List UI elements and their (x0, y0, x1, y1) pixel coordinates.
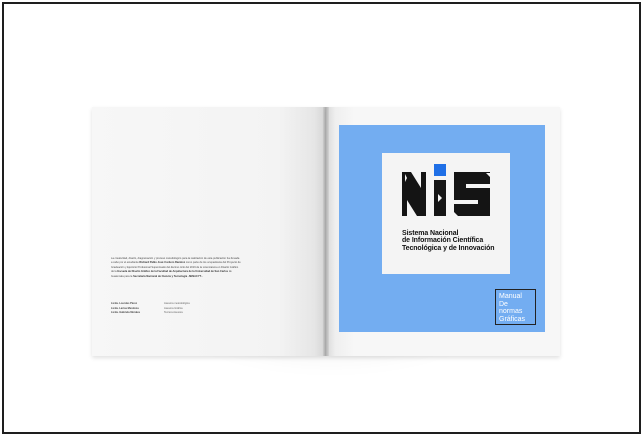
sinacit-logo-icon (402, 164, 490, 216)
organization-name: Sistema Nacional de Información Científi… (402, 230, 508, 252)
logo-blue-square (434, 164, 446, 176)
credit-name: Licda. Gabriela Morales (111, 311, 141, 315)
manual-title-line: De normas (499, 300, 523, 316)
mockup-frame: La creatividad, diseño, diagramación y p… (2, 2, 641, 434)
manual-title-line: Manual (499, 293, 522, 300)
credits-list: Licda. Lourdes Pérez Asesora metodológic… (111, 302, 221, 316)
org-name-line: Tecnológica y de Innovación (402, 244, 495, 252)
credit-role: Tercera Asesora (164, 311, 183, 315)
colophon-school: Escuela de Diseño Gráfico de la Facultad… (117, 270, 229, 274)
manual-title-line: Gráficas (499, 315, 526, 323)
colophon-paragraph: La creatividad, diseño, diagramación y p… (111, 257, 241, 279)
colophon-author: Richard Pablo José Cordero Ramírez (139, 261, 186, 265)
credit-row: Licda. Gabriela Morales Tercera Asesora (111, 311, 221, 316)
org-name-line: de Información Científica (402, 237, 484, 245)
logo-letter-s (454, 172, 490, 216)
colophon-client: Secretaría Nacional de Ciencia y Tecnolo… (133, 274, 203, 278)
org-name-line: Sistema Nacional (402, 230, 459, 237)
left-page (92, 107, 326, 356)
book-gutter (323, 107, 329, 356)
manual-title-box: Manual De normas Gráficas (495, 289, 536, 325)
